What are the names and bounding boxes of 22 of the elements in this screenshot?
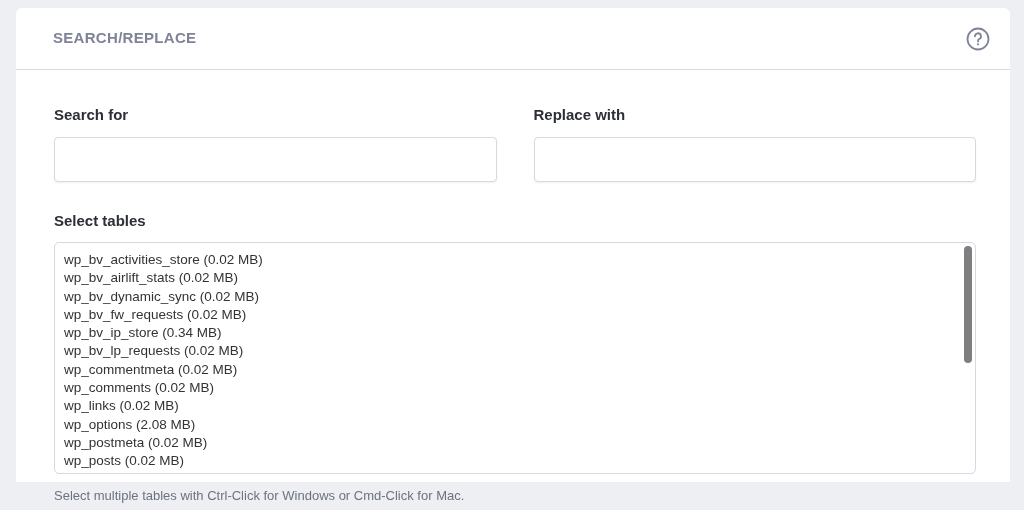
field-label: Search for	[54, 105, 130, 125]
table-option[interactable]: wp_postmeta (0.02 MB)	[64, 433, 935, 453]
table-option[interactable]: wp_comments (0.02 MB)	[64, 379, 935, 398]
card-title: SEARCH/REPLACE	[53, 28, 197, 49]
table-option[interactable]: wp_posts (0.02 MB)	[64, 452, 935, 471]
table-option[interactable]: wp_links (0.02 MB)	[64, 397, 935, 416]
table-option[interactable]: wp_options (2.08 MB)	[64, 415, 935, 434]
text-input[interactable]	[54, 136, 497, 182]
field-label: Select tables	[54, 210, 147, 231]
help-icon[interactable]	[966, 26, 990, 51]
table-option[interactable]: wp_bv_ip_store (0.34 MB)	[64, 324, 935, 343]
table-option[interactable]: wp_bv_airlift_stats (0.02 MB)	[64, 269, 935, 288]
table-option[interactable]: wp_bv_dynamic_sync (0.02 MB)	[64, 287, 935, 306]
field-label: Replace with	[533, 105, 627, 125]
table-option[interactable]: wp_bv_activities_store (0.02 MB)	[64, 251, 935, 270]
scrollbar-thumb[interactable]	[964, 246, 972, 363]
help-text: Select multiple tables with Ctrl-Click for Windows or Cmd-Click for Mac.	[53, 487, 466, 505]
table-option[interactable]: wp_bv_lp_requests (0.02 MB)	[64, 342, 935, 361]
text-input[interactable]	[533, 136, 976, 182]
table-option[interactable]: wp_commentmeta (0.02 MB)	[64, 360, 935, 380]
tables-listbox[interactable]	[54, 242, 976, 474]
table-option[interactable]: wp_bv_fw_requests (0.02 MB)	[64, 305, 935, 325]
